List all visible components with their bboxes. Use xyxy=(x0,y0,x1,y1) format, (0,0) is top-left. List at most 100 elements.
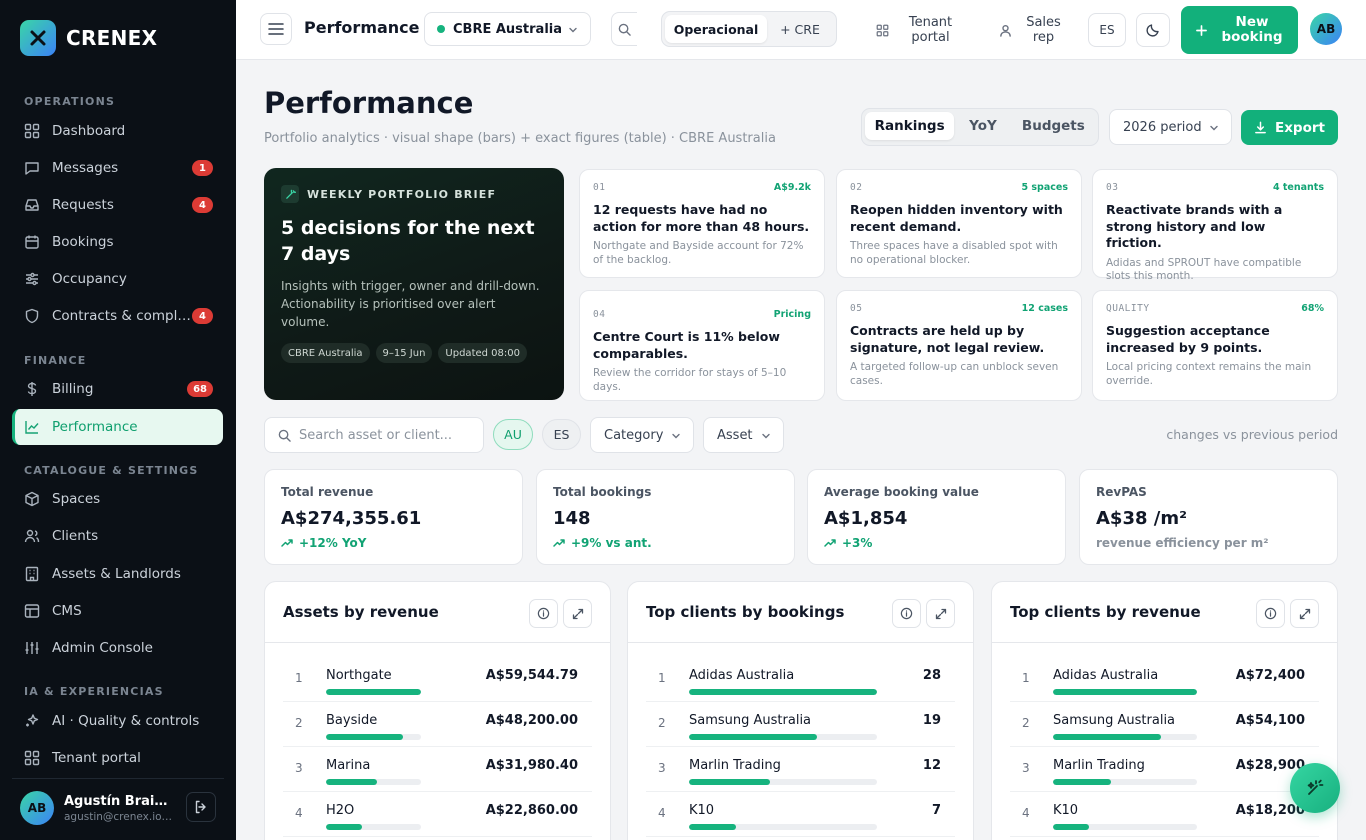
sidebar-item-cms[interactable]: CMS xyxy=(12,593,223,629)
magic-wand-icon xyxy=(1305,778,1325,798)
avatar[interactable]: AB xyxy=(1310,13,1342,45)
rank-name: K10 xyxy=(689,803,715,818)
insight-card-5[interactable]: 05 12 cases Contracts are held up by sign… xyxy=(836,290,1082,401)
rank-bar-track xyxy=(1053,779,1197,785)
insight-title: Reactivate brands with a strong history … xyxy=(1106,202,1283,250)
search-icon xyxy=(618,23,631,36)
region-pill-au[interactable]: AU xyxy=(493,419,533,450)
chevron-down-icon xyxy=(671,431,681,441)
rank-index: 2 xyxy=(658,716,666,730)
user-meta: Agustín Braid… agustin@crenex.io… xyxy=(64,794,176,823)
kpi-label: Average booking value xyxy=(824,485,979,499)
tab-yoy[interactable]: YoY xyxy=(954,112,1012,140)
table-row[interactable]: 4 K10 7 xyxy=(646,792,955,837)
table-row[interactable]: 3 Marlin Trading A$28,900 xyxy=(1010,747,1319,792)
table-row[interactable]: 1 Adidas Australia 28 xyxy=(646,657,955,702)
table-row[interactable]: 1 Adidas Australia A$72,400 xyxy=(1010,657,1319,702)
menu-button[interactable] xyxy=(260,13,292,45)
expand-button[interactable] xyxy=(926,599,955,628)
expand-button[interactable] xyxy=(1290,599,1319,628)
filter-search[interactable] xyxy=(264,417,484,453)
sidebar-item-admin-console[interactable]: Admin Console xyxy=(12,630,223,666)
table-row[interactable]: 2 Samsung Australia 19 xyxy=(646,702,955,747)
contracts-badge: 4 xyxy=(192,308,213,324)
theme-toggle[interactable] xyxy=(1136,13,1170,47)
kpi-label: Total revenue xyxy=(281,485,374,499)
ranking-header: Top clients by revenue xyxy=(992,582,1337,643)
region-pill-es[interactable]: ES xyxy=(542,419,581,450)
rank-index: 3 xyxy=(1022,761,1030,775)
tab-cre[interactable]: + CRE xyxy=(767,15,833,43)
rank-bar-track xyxy=(1053,689,1197,695)
sidebar-item-label: Clients xyxy=(52,528,99,544)
sidebar-item-label: Requests xyxy=(52,197,114,213)
insight-card-quality[interactable]: QUALITY 68% Suggestion acceptance increas… xyxy=(1092,290,1338,401)
sidebar-item-ai-quality[interactable]: AI · Quality & controls xyxy=(12,703,223,739)
table-row[interactable]: 4 H2O A$22,860.00 xyxy=(283,792,592,837)
sidebar-item-clients[interactable]: Clients xyxy=(12,518,223,554)
info-button[interactable] xyxy=(529,599,558,628)
export-button[interactable]: Export xyxy=(1241,110,1338,145)
sidebar-item-tenant-portal[interactable]: Tenant portal xyxy=(12,740,223,776)
brand[interactable]: CRENEX xyxy=(20,20,157,56)
sales-rep-link[interactable]: Sales rep xyxy=(991,14,1071,46)
kpi-revpas: RevPAS A$38 /m² revenue efficiency per m… xyxy=(1079,469,1338,565)
asset-dropdown[interactable]: Asset xyxy=(703,417,784,453)
search-input[interactable] xyxy=(299,427,469,443)
sliders-vertical-icon xyxy=(24,640,40,656)
ranking-header: Top clients by bookings xyxy=(628,582,973,643)
ai-assistant-button[interactable] xyxy=(1290,763,1340,813)
insight-description: A targeted follow-up can unblock seven c… xyxy=(850,361,1059,387)
users-icon xyxy=(24,528,40,544)
sidebar-item-dashboard[interactable]: Dashboard xyxy=(12,113,223,149)
sidebar-item-messages[interactable]: Messages 1 xyxy=(12,150,223,186)
tab-rankings[interactable]: Rankings xyxy=(865,112,955,140)
sidebar-item-requests[interactable]: Requests 4 xyxy=(12,187,223,223)
tab-budgets[interactable]: Budgets xyxy=(1012,112,1095,140)
table-row[interactable]: 1 Northgate A$59,544.79 xyxy=(283,657,592,702)
rank-name: Marlin Trading xyxy=(689,758,781,773)
sidebar-item-performance[interactable]: Performance xyxy=(12,409,223,445)
period-select[interactable]: 2026 period xyxy=(1109,109,1232,145)
insight-description: Three spaces have a disabled spot with n… xyxy=(850,240,1058,266)
table-row[interactable]: 3 Marina A$31,980.40 xyxy=(283,747,592,792)
logout-icon xyxy=(194,800,208,814)
tab-operacional[interactable]: Operacional xyxy=(665,15,767,43)
sidebar-item-label: AI · Quality & controls xyxy=(52,713,200,729)
org-selector[interactable]: CBRE Australia xyxy=(424,12,591,46)
info-button[interactable] xyxy=(892,599,921,628)
sidebar-item-label: Performance xyxy=(52,419,138,435)
expand-button[interactable] xyxy=(563,599,592,628)
insight-description: Adidas and SPROUT have compatible slots … xyxy=(1106,256,1302,283)
rank-value: 12 xyxy=(922,758,941,773)
insight-card-3[interactable]: 03 4 tenants Reactivate brands with a str… xyxy=(1092,169,1338,282)
chart-line-icon xyxy=(24,419,40,435)
new-booking-button[interactable]: New booking xyxy=(1181,6,1298,54)
weekly-brief-card[interactable]: WEEKLY PORTFOLIO BRIEF 5 decisions for t… xyxy=(264,168,564,400)
table-row[interactable]: 4 K10 A$18,200 xyxy=(1010,792,1319,837)
sidebar-item-occupancy[interactable]: Occupancy xyxy=(12,261,223,297)
language-button[interactable]: ES xyxy=(1088,13,1126,47)
org-name: CBRE Australia xyxy=(453,21,563,37)
logout-button[interactable] xyxy=(186,792,216,822)
table-row[interactable]: 2 Bayside A$48,200.00 xyxy=(283,702,592,747)
search-button[interactable] xyxy=(611,12,637,46)
sidebar-item-bookings[interactable]: Bookings xyxy=(12,224,223,260)
asset-label: Asset xyxy=(717,427,753,443)
sidebar-item-label: Assets & Landlords xyxy=(52,566,181,582)
category-dropdown[interactable]: Category xyxy=(590,417,694,453)
chip-org: CBRE Australia xyxy=(281,343,370,363)
info-button[interactable] xyxy=(1256,599,1285,628)
sidebar-item-billing[interactable]: Billing 68 xyxy=(12,371,223,407)
tenant-portal-link[interactable]: Tenant portal xyxy=(863,14,973,46)
sidebar-item-assets[interactable]: Assets & Landlords xyxy=(12,556,223,592)
insight-card-4[interactable]: 04 Pricing Centre Court is 11% below comp… xyxy=(579,290,825,401)
table-row[interactable]: 2 Samsung Australia A$54,100 xyxy=(1010,702,1319,747)
sidebar-item-contracts[interactable]: Contracts & compl… 4 xyxy=(12,298,223,334)
table-row[interactable]: 3 Marlin Trading 12 xyxy=(646,747,955,792)
trend-up-icon xyxy=(824,538,836,548)
insight-card-2[interactable]: 02 5 spaces Reopen hidden inventory with … xyxy=(836,169,1082,278)
sidebar-item-spaces[interactable]: Spaces xyxy=(12,481,223,517)
user-profile[interactable]: AB Agustín Braid… agustin@crenex.io… xyxy=(20,790,216,826)
insight-card-1[interactable]: 01 A$9.2k 12 requests have had no action … xyxy=(579,169,825,278)
